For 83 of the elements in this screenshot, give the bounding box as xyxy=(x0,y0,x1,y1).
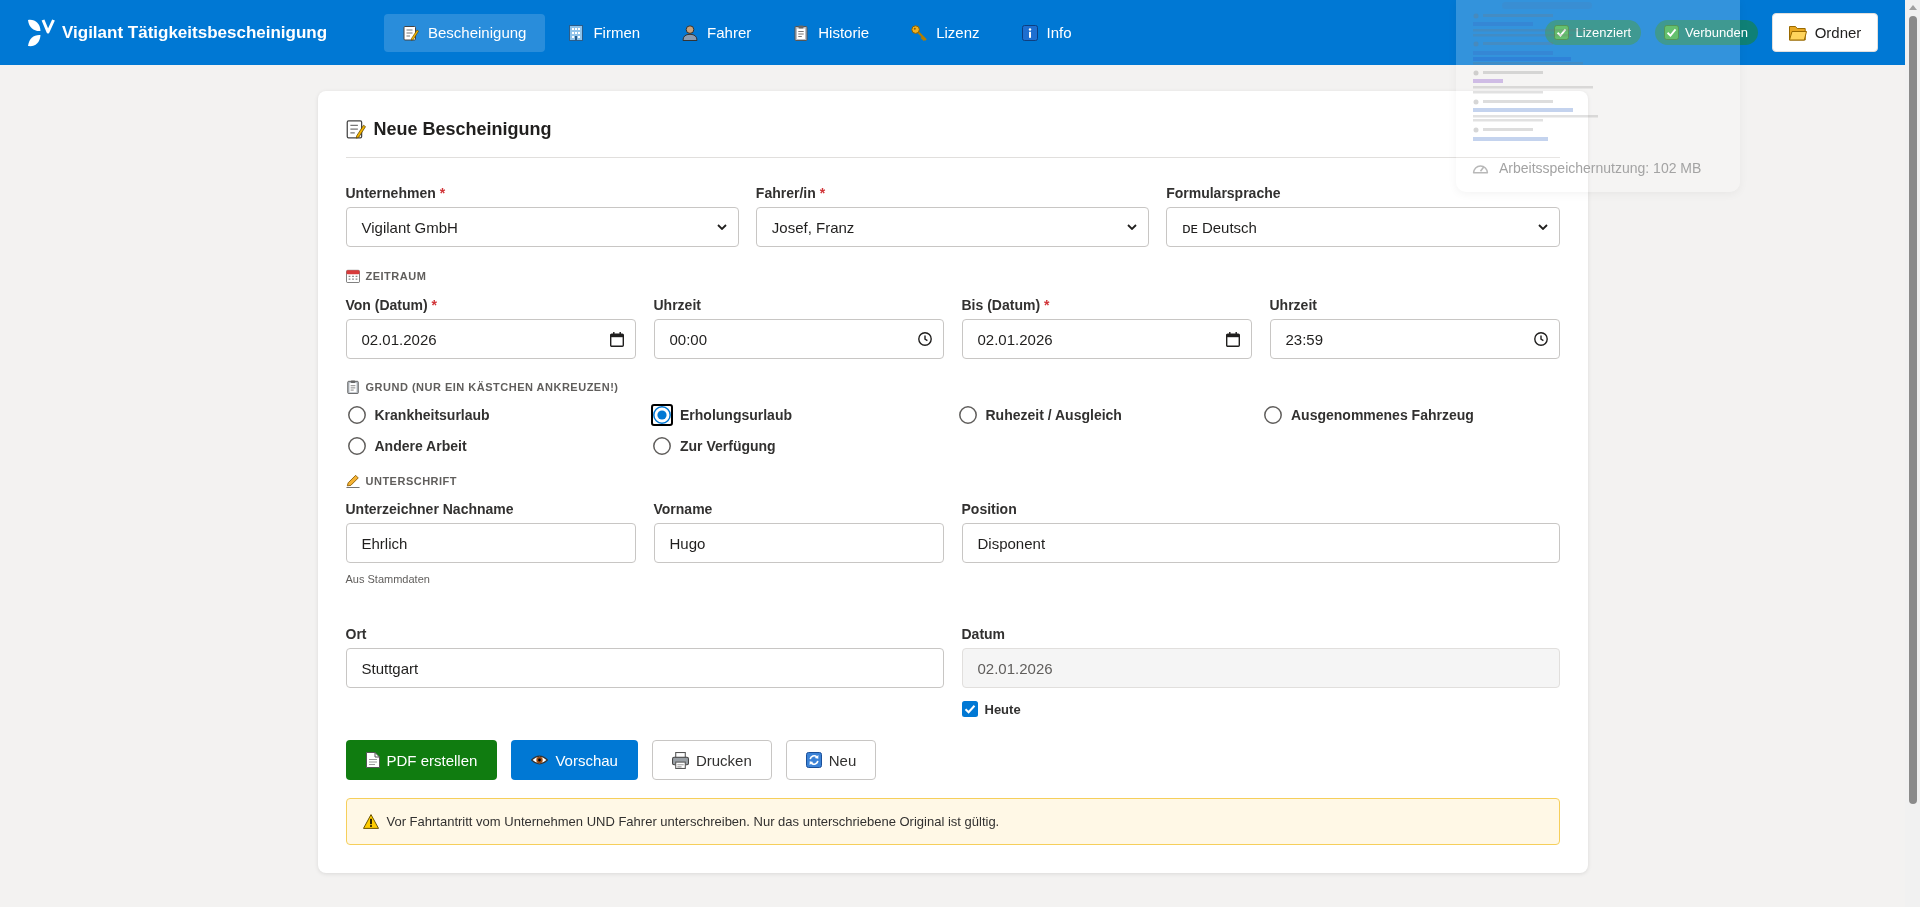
clock-icon xyxy=(917,332,932,346)
nav-tab[interactable]: Bescheinigung xyxy=(384,13,546,52)
info-icon xyxy=(1021,24,1038,41)
folder-button[interactable]: Ordner xyxy=(1772,13,1878,52)
select-field[interactable]: Vigilant GmbH xyxy=(345,207,739,247)
radio-label[interactable]: Andere Arbeit xyxy=(374,438,467,454)
radio-button[interactable] xyxy=(345,404,368,426)
calendar-icon xyxy=(345,269,360,283)
hint-text: Aus Stammdaten xyxy=(345,572,431,586)
field-label: Datum xyxy=(961,625,1007,643)
logo-icon xyxy=(27,17,55,48)
date-field[interactable]: 02.01.2026 xyxy=(345,319,636,359)
time-field[interactable]: 00:00 xyxy=(653,319,944,359)
check-icon xyxy=(1664,25,1680,40)
field-label: Uhrzeit xyxy=(1269,296,1318,314)
field-label: Position xyxy=(961,500,1018,518)
text-input[interactable]: Disponent xyxy=(961,523,1560,563)
section-heading: ZEITRAUM xyxy=(365,269,427,284)
print-button[interactable]: Drucken xyxy=(651,740,772,780)
calendar-icon xyxy=(609,331,624,347)
select-field[interactable]: ᴅᴇ Deutsch xyxy=(1166,207,1560,247)
section-heading: GRUND (NUR EIN KÄSTCHEN ANKREUZEN!) xyxy=(365,380,619,395)
field-label: Ort xyxy=(345,625,368,643)
field-label: Bis (Datum) * xyxy=(961,296,1051,314)
nav-tab[interactable]: Lizenz xyxy=(892,13,999,52)
radio-button[interactable] xyxy=(1262,404,1284,426)
building-icon xyxy=(568,24,585,41)
document-icon xyxy=(365,752,380,768)
radio-button[interactable] xyxy=(651,435,673,457)
folder-icon xyxy=(1788,24,1807,41)
refresh-icon xyxy=(805,752,822,768)
pdf-button[interactable]: PDF erstellen xyxy=(345,740,498,780)
date-field[interactable]: 02.01.2026 xyxy=(961,319,1252,359)
new-button[interactable]: Neu xyxy=(785,740,877,780)
card-title: Neue Bescheinigung xyxy=(373,118,552,140)
memo-icon xyxy=(403,24,419,41)
chevron-down-icon xyxy=(1127,224,1138,230)
chevron-down-icon xyxy=(1537,224,1548,230)
preview-button[interactable]: Vorschau xyxy=(511,740,638,780)
field-label: Unterzeichner Nachname xyxy=(345,500,515,518)
radio-button[interactable] xyxy=(345,435,368,457)
field-label: Fahrer/in * xyxy=(755,184,827,202)
radio-label[interactable]: Ausgenommenes Fahrzeug xyxy=(1291,407,1474,423)
field-label: Von (Datum) * xyxy=(345,296,439,314)
field-label: Formularsprache xyxy=(1166,184,1282,202)
radio-label[interactable]: Ruhezeit / Ausgleich xyxy=(985,407,1122,423)
nav-tab[interactable]: Fahrer xyxy=(663,13,771,52)
time-field[interactable]: 23:59 xyxy=(1269,319,1560,359)
text-input[interactable]: Stuttgart xyxy=(345,648,944,688)
pencil-icon xyxy=(345,474,360,488)
radio-button[interactable] xyxy=(956,404,979,426)
radio-label[interactable]: Zur Verfügung xyxy=(680,438,776,454)
clipboard-icon xyxy=(793,24,810,41)
clock-icon xyxy=(1533,332,1548,346)
key-icon xyxy=(911,24,928,41)
printer-icon xyxy=(671,751,689,769)
scrollbar-thumb[interactable] xyxy=(1908,16,1917,804)
memo-icon xyxy=(345,119,366,139)
check-icon xyxy=(1554,25,1570,40)
nav-tab[interactable]: Historie xyxy=(774,13,889,52)
eye-icon xyxy=(531,755,549,765)
field-label: Uhrzeit xyxy=(653,296,702,314)
badge-label: Verbunden xyxy=(1685,25,1748,40)
text-input[interactable]: Hugo xyxy=(653,523,944,563)
select-field[interactable]: Josef, Franz xyxy=(755,207,1150,247)
person-icon xyxy=(682,24,699,41)
calendar-icon xyxy=(1225,331,1240,347)
notice-text: Vor Fahrtantritt vom Unternehmen UND Fahrer unterschreiben. Nur das unterschriebene Original ist gültig. xyxy=(386,814,1000,829)
radio-label[interactable]: Erholungsurlaub xyxy=(680,407,792,423)
chevron-down-icon xyxy=(716,224,727,230)
radio-button[interactable] xyxy=(651,404,673,426)
field-label: Unternehmen * xyxy=(345,184,447,202)
nav-tab[interactable]: Info xyxy=(1002,13,1091,52)
clipboard-icon xyxy=(345,380,360,394)
warning-icon xyxy=(362,814,379,829)
radio-label[interactable]: Krankheitsurlaub xyxy=(374,407,490,423)
section-heading: UNTERSCHRIFT xyxy=(365,474,458,489)
field-label: Vorname xyxy=(653,500,714,518)
nav-tab[interactable]: Firmen xyxy=(549,13,660,52)
badge-label: Lizenziert xyxy=(1575,25,1632,40)
text-input[interactable]: Ehrlich xyxy=(345,523,636,563)
memory-usage-text: Arbeitsspeichernutzung: 102 MB xyxy=(1499,159,1702,176)
app-title: Vigilant Tätigkeitsbescheinigung xyxy=(62,22,328,43)
